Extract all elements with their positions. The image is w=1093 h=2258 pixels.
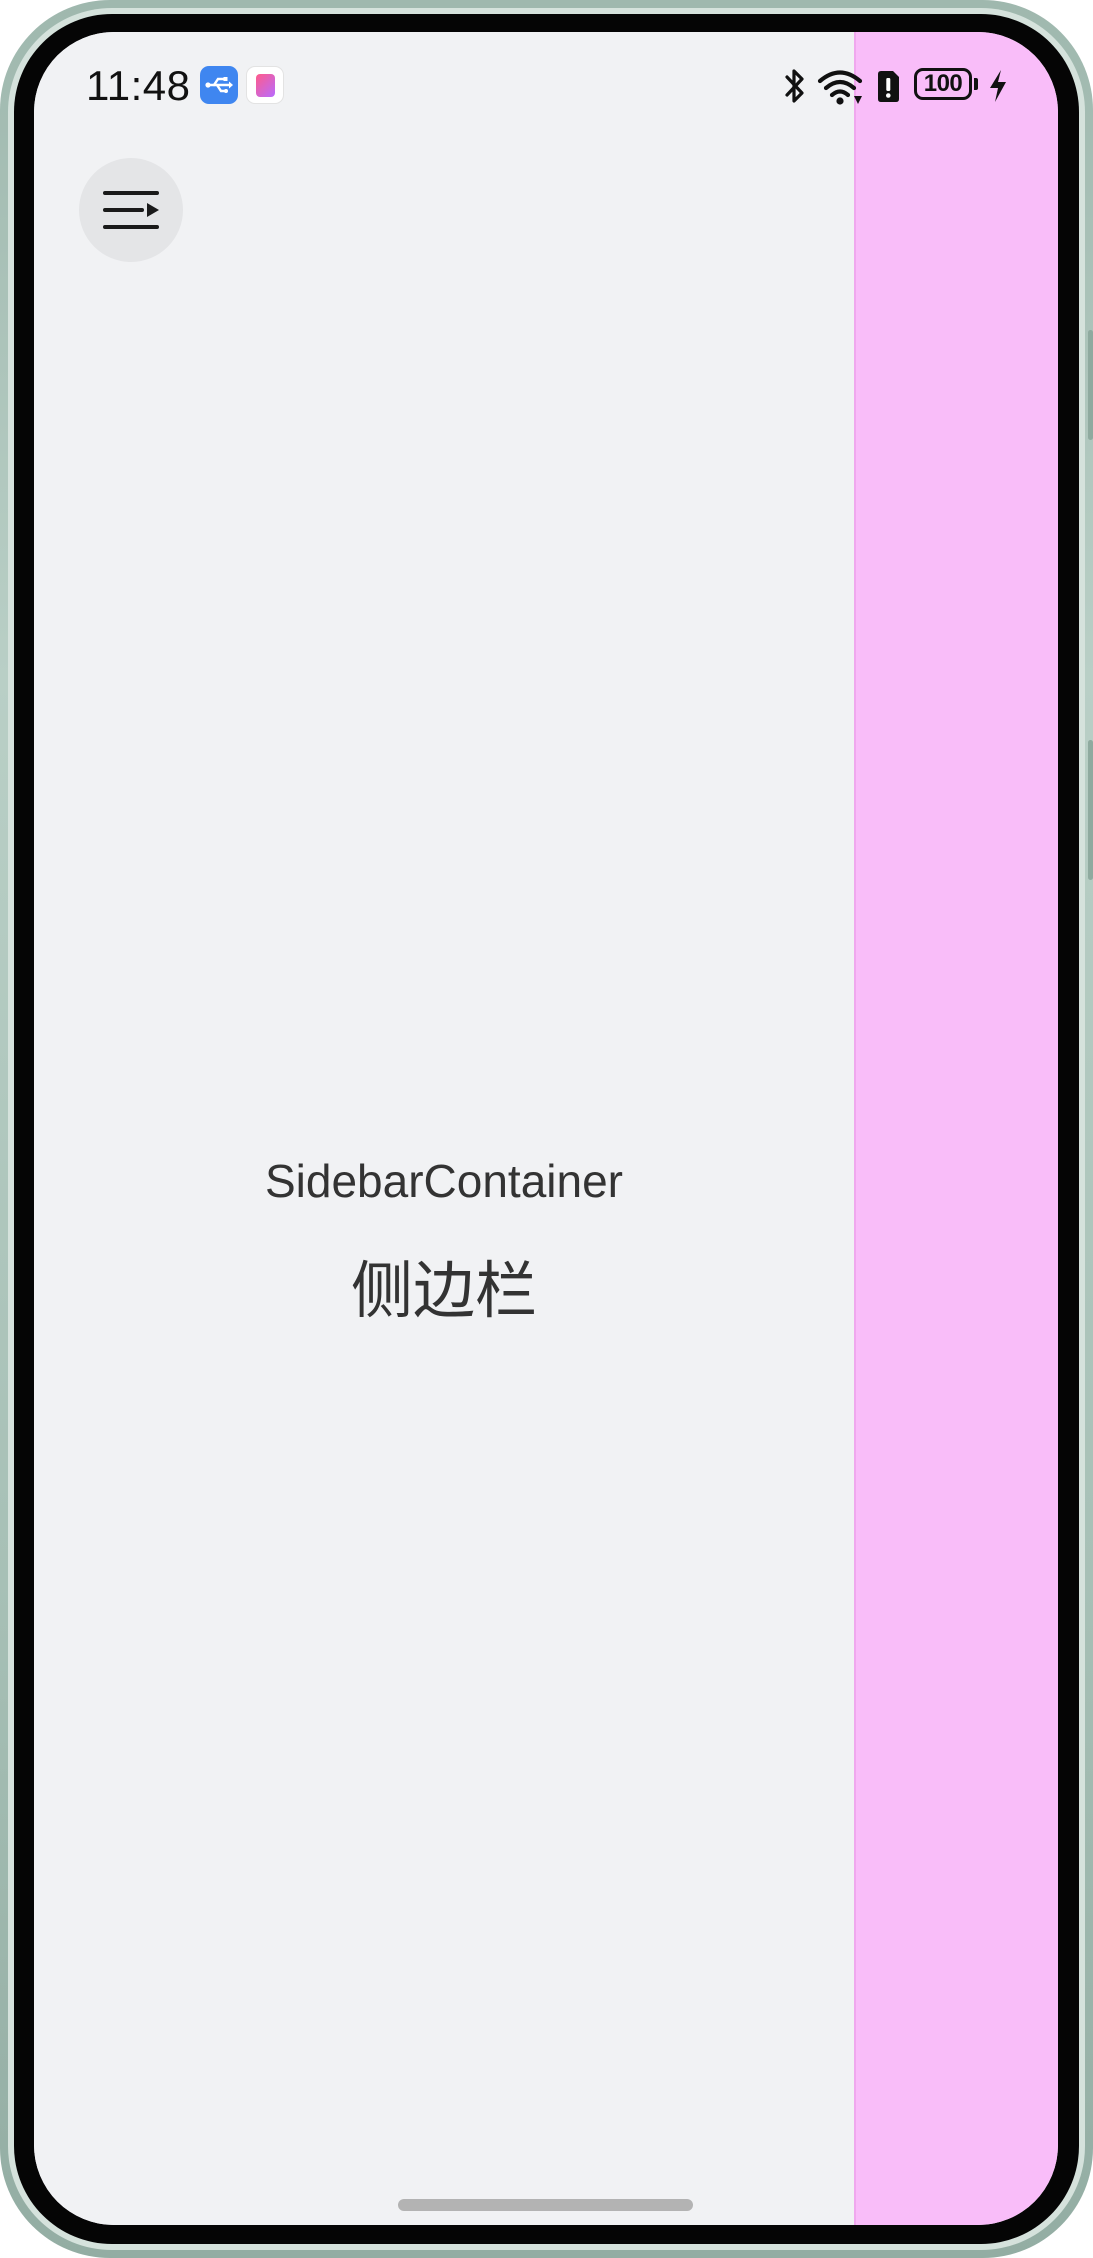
wifi-icon: [817, 70, 863, 105]
alert-icon: [878, 71, 899, 102]
phone-screen: 11:48 100 SidebarContainer 侧边栏: [34, 32, 1058, 2225]
battery-tip: [974, 78, 978, 90]
main-content-area: [34, 32, 854, 2225]
sidebar-chinese-title: 侧边栏: [350, 1254, 537, 1327]
charging-icon: [990, 70, 1006, 102]
home-indicator[interactable]: [398, 2199, 693, 2211]
usb-icon: [200, 66, 238, 104]
bluetooth-icon: [785, 69, 804, 103]
app-notification-icon: [246, 66, 284, 104]
battery-level: 100: [923, 70, 963, 97]
sidebar-toggle-icon: [103, 191, 159, 229]
sidebar-panel[interactable]: [854, 32, 1058, 2225]
volume-button: [1088, 330, 1093, 440]
battery-icon: 100: [914, 68, 972, 100]
power-button: [1088, 740, 1093, 880]
status-time: 11:48: [86, 62, 191, 109]
sidebar-toggle-button[interactable]: [79, 158, 183, 262]
sidebar-container-title: SidebarContainer: [264, 1155, 623, 1207]
status-bar: 11:48 100: [34, 32, 1058, 142]
